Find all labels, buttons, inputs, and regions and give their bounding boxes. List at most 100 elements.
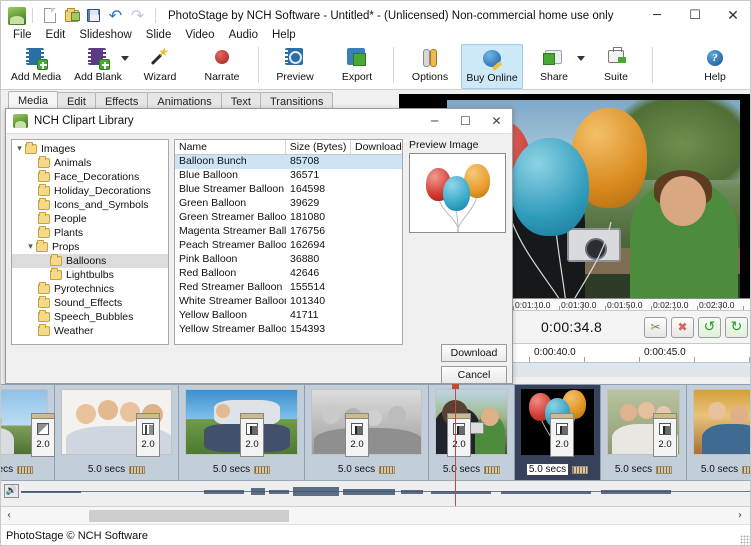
table-row[interactable]: Blue Balloon 36571 bbox=[175, 169, 402, 183]
menu-audio[interactable]: Audio bbox=[222, 28, 265, 42]
save-icon[interactable] bbox=[83, 5, 104, 26]
playhead[interactable] bbox=[452, 384, 459, 506]
share-button[interactable]: Share bbox=[523, 44, 585, 89]
column-header-downloaded[interactable]: Downloaded bbox=[351, 140, 402, 154]
scrollbar-thumb[interactable] bbox=[89, 509, 289, 522]
transition-marker[interactable]: 2.0 bbox=[136, 413, 160, 457]
dialog-maximize-button[interactable]: ☐ bbox=[450, 109, 481, 134]
tree-item-speech-bubbles[interactable]: Speech_Bubbles bbox=[12, 310, 168, 324]
status-text: PhotoStage © NCH Software bbox=[6, 530, 149, 542]
slide-duration[interactable]: 5.0 secs bbox=[305, 464, 428, 475]
table-row[interactable]: Magenta Streamer Balloon 176756 bbox=[175, 225, 402, 239]
wizard-button[interactable]: Wizard bbox=[129, 44, 191, 89]
slide-duration[interactable]: 5.0 secs bbox=[601, 464, 686, 475]
tree-item-sound-effects[interactable]: Sound_Effects bbox=[12, 296, 168, 310]
table-row[interactable]: Blue Streamer Balloon 164598 bbox=[175, 183, 402, 197]
preview-button[interactable]: Preview bbox=[264, 44, 326, 89]
tree-item-icons-and-symbols[interactable]: Icons_and_Symbols bbox=[12, 198, 168, 212]
tree-item-face-decorations[interactable]: Face_Decorations bbox=[12, 170, 168, 184]
tree-item-holiday-decorations[interactable]: Holiday_Decorations bbox=[12, 184, 168, 198]
column-header-size[interactable]: Size (Bytes) bbox=[286, 140, 351, 154]
narrate-button[interactable]: Narrate bbox=[191, 44, 253, 89]
menu-edit[interactable]: Edit bbox=[39, 28, 73, 42]
redo-icon[interactable]: ↷ bbox=[127, 5, 148, 26]
speaker-icon[interactable]: 🔊 bbox=[4, 484, 19, 498]
rotate-left-button[interactable]: ↺ bbox=[698, 316, 721, 338]
table-row[interactable]: Yellow Balloon 41711 bbox=[175, 309, 402, 323]
list-item[interactable]: 5.0 secs bbox=[55, 385, 179, 480]
tree-item-plants[interactable]: Plants bbox=[12, 226, 168, 240]
menu-video[interactable]: Video bbox=[178, 28, 221, 42]
category-tree[interactable]: ▾ Images Animals Face_Decorations Holida… bbox=[11, 139, 169, 345]
download-button[interactable]: Download bbox=[441, 344, 507, 362]
table-row[interactable]: Pink Balloon 36880 bbox=[175, 253, 402, 267]
chevron-down-icon[interactable]: ▾ bbox=[25, 242, 36, 252]
transition-marker[interactable]: 2.0 bbox=[345, 413, 369, 457]
transition-marker[interactable]: 2.0 bbox=[653, 413, 677, 457]
add-media-button[interactable]: Add Media bbox=[5, 44, 67, 89]
add-blank-button[interactable]: Add Blank bbox=[67, 44, 129, 89]
open-icon[interactable] bbox=[61, 5, 82, 26]
toolbar-divider bbox=[652, 47, 653, 83]
tree-item-weather[interactable]: Weather bbox=[12, 324, 168, 338]
table-row[interactable]: Red Balloon 42646 bbox=[175, 267, 402, 281]
table-row[interactable]: Green Balloon 39629 bbox=[175, 197, 402, 211]
menu-slideshow[interactable]: Slideshow bbox=[72, 28, 138, 42]
list-item[interactable]: 5.0 secs bbox=[687, 385, 750, 480]
buy-online-button[interactable]: Buy Online bbox=[461, 44, 523, 89]
slide-duration[interactable]: 5.0 secs bbox=[1, 464, 54, 475]
timeline-scale[interactable]: 0:00:40.0 0:00:45.0 bbox=[499, 344, 750, 363]
tree-item-pyrotechnics[interactable]: Pyrotechnics bbox=[12, 282, 168, 296]
scroll-right-arrow[interactable]: › bbox=[732, 510, 748, 521]
table-row[interactable]: White Streamer Balloon 101340 bbox=[175, 295, 402, 309]
suite-button[interactable]: Suite bbox=[585, 44, 647, 89]
table-row[interactable]: Red Streamer Balloon 155514 bbox=[175, 281, 402, 295]
menu-file[interactable]: File bbox=[6, 28, 39, 42]
transition-marker[interactable]: 2.0 bbox=[31, 413, 55, 457]
scroll-left-arrow[interactable]: ‹ bbox=[1, 510, 17, 521]
menu-help[interactable]: Help bbox=[265, 28, 303, 42]
dialog-close-button[interactable]: ✕ bbox=[481, 109, 512, 134]
undo-icon[interactable]: ↶ bbox=[105, 5, 126, 26]
transition-marker[interactable]: 2.0 bbox=[240, 413, 264, 457]
horizontal-scrollbar[interactable]: ‹ › bbox=[1, 506, 750, 524]
tree-item-people[interactable]: People bbox=[12, 212, 168, 226]
slide-duration[interactable]: 5.0 secs bbox=[179, 464, 304, 475]
tree-item-animals[interactable]: Animals bbox=[12, 156, 168, 170]
list-item[interactable]: 5.0 secs bbox=[429, 385, 515, 480]
slide-duration[interactable]: 5.0 secs bbox=[687, 464, 750, 475]
tree-item-props[interactable]: ▾ Props bbox=[12, 240, 168, 254]
resize-grip[interactable] bbox=[740, 535, 750, 545]
table-row[interactable]: Yellow Streamer Balloon 154393 bbox=[175, 323, 402, 337]
slide-duration[interactable]: 5.0 secs bbox=[429, 464, 514, 475]
chevron-down-icon[interactable] bbox=[121, 56, 129, 61]
slide-duration[interactable]: 5.0 secs bbox=[55, 464, 178, 475]
audio-track[interactable]: 🔊 bbox=[1, 480, 750, 506]
slide-duration[interactable]: 5.0 secs bbox=[515, 464, 600, 475]
cancel-button[interactable]: Cancel bbox=[441, 366, 507, 384]
table-row[interactable]: Balloon Bunch 85708 bbox=[175, 155, 402, 169]
menu-slide[interactable]: Slide bbox=[139, 28, 179, 42]
dialog-minimize-button[interactable]: ─ bbox=[419, 109, 450, 134]
help-button[interactable]: ? Help bbox=[684, 44, 746, 89]
table-row[interactable]: Green Streamer Balloon 181080 bbox=[175, 211, 402, 225]
column-header-name[interactable]: Name bbox=[175, 140, 286, 154]
options-button[interactable]: Options bbox=[399, 44, 461, 89]
chevron-down-icon[interactable]: ▾ bbox=[14, 144, 25, 154]
tree-item-images[interactable]: ▾ Images bbox=[12, 142, 168, 156]
preview-time-ruler[interactable]: 0 0:01:10.0 0:01:30.0 0:01:50.0 0:02:10.… bbox=[499, 298, 750, 311]
rotate-right-button[interactable]: ↻ bbox=[725, 316, 748, 338]
delete-button[interactable]: ✖ bbox=[671, 316, 694, 338]
transition-marker[interactable]: 2.0 bbox=[447, 413, 471, 457]
slide-filmstrip[interactable]: 5.0 secs 5.0 secs bbox=[1, 384, 750, 480]
new-icon[interactable] bbox=[39, 5, 60, 26]
tree-item-balloons[interactable]: Balloons bbox=[12, 254, 168, 268]
export-button[interactable]: Export bbox=[326, 44, 388, 89]
clipart-file-list[interactable]: Name Size (Bytes) Downloaded Balloon Bun… bbox=[174, 139, 403, 345]
tree-item-lightbulbs[interactable]: Lightbulbs bbox=[12, 268, 168, 282]
transition-duration: 2.0 bbox=[658, 439, 672, 450]
transition-marker[interactable]: 2.0 bbox=[550, 413, 574, 457]
split-button[interactable]: ✂ bbox=[644, 316, 667, 338]
chevron-down-icon[interactable] bbox=[577, 56, 585, 61]
table-row[interactable]: Peach Streamer Balloon 162694 bbox=[175, 239, 402, 253]
